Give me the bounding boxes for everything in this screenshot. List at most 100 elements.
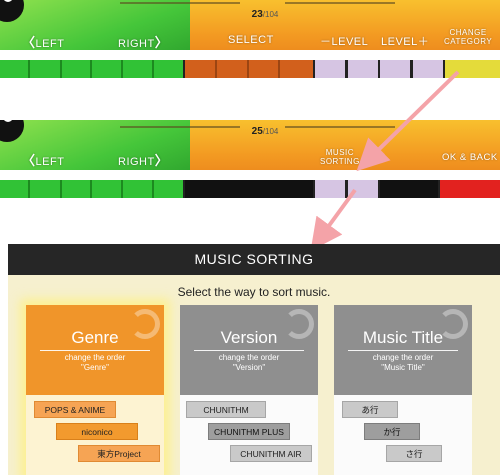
lane-cell xyxy=(413,60,443,78)
progress-track-right xyxy=(285,2,395,4)
sort-option-version[interactable]: Version change the order "Version" CHUNIT… xyxy=(180,305,318,475)
lane-divider xyxy=(121,180,123,198)
desc-line: "Genre" xyxy=(81,363,109,372)
lane-cell xyxy=(440,180,500,198)
chevron-right-icon: 〉 xyxy=(154,153,169,168)
game-screen-2: 25/104 〈LEFT RIGHT〉 MUSIC SORTING OK & BA… xyxy=(0,120,500,200)
lane-divider xyxy=(60,180,62,198)
level-up-button[interactable]: LEVEL＋ xyxy=(381,33,429,49)
music-sorting-header: MUSIC SORTING xyxy=(8,244,500,275)
right-button[interactable]: RIGHT〉 xyxy=(118,150,168,169)
desc-line: change the order xyxy=(372,353,434,362)
ok-back-button[interactable]: OK & BACK xyxy=(442,152,498,163)
left-button[interactable]: 〈LEFT xyxy=(22,32,64,51)
music-title-tag: か行 xyxy=(364,423,420,440)
desc-line: "Music Title" xyxy=(381,363,425,372)
change-category-label-1: CHANGE xyxy=(449,28,487,37)
genre-tag: POPS & ANIME xyxy=(34,401,116,418)
level-down-label: －LEVEL xyxy=(320,36,369,48)
music-title-tag: あ行 xyxy=(342,401,398,418)
lane-cell xyxy=(445,60,500,78)
left-button-label: LEFT xyxy=(35,156,65,168)
progress-track-left xyxy=(120,2,240,4)
music-sorting-label-2: SORTING xyxy=(320,157,360,166)
lane-divider xyxy=(152,60,154,78)
song-counter: 23/104 xyxy=(235,9,295,20)
version-description: change the order "Version" xyxy=(180,353,318,373)
genre-tag: niconico xyxy=(56,423,138,440)
genre-description: change the order "Genre" xyxy=(26,353,164,373)
game-screen-1: 23/104 〈LEFT RIGHT〉 SELECT －LEVEL LEVEL＋… xyxy=(0,0,500,80)
lane-divider xyxy=(90,60,92,78)
divider xyxy=(348,350,458,351)
divider xyxy=(194,350,304,351)
lane-divider xyxy=(28,60,30,78)
progress-track-right xyxy=(285,126,395,128)
right-button-label: RIGHT xyxy=(118,156,155,168)
lane-divider xyxy=(278,60,280,78)
version-tag: CHUNITHM xyxy=(186,401,266,418)
level-down-button[interactable]: －LEVEL xyxy=(320,33,368,49)
lane-divider xyxy=(121,60,123,78)
lane-divider xyxy=(152,180,154,198)
version-card-examples: CHUNITHM CHUNITHM PLUS CHUNITHM AIR xyxy=(180,395,318,475)
divider xyxy=(40,350,150,351)
music-title-card-header: Music Title change the order "Music Title… xyxy=(334,305,472,395)
genre-title: Genre xyxy=(71,328,119,347)
lane-cell xyxy=(380,60,410,78)
chevron-left-icon: 〈 xyxy=(22,153,36,168)
lane-divider xyxy=(90,180,92,198)
song-counter: 25/104 xyxy=(235,126,295,137)
right-button[interactable]: RIGHT〉 xyxy=(118,32,168,51)
control-bar-1: 23/104 〈LEFT RIGHT〉 SELECT －LEVEL LEVEL＋… xyxy=(0,0,500,50)
lane-stripe-1 xyxy=(0,60,500,78)
select-button-label: SELECT xyxy=(228,34,274,46)
lane-cell xyxy=(315,180,345,198)
lane-divider xyxy=(215,60,217,78)
genre-card-examples: POPS & ANIME niconico 東方Project xyxy=(26,395,164,475)
version-tag: CHUNITHM PLUS xyxy=(208,423,290,440)
sort-option-genre[interactable]: Genre change the order "Genre" POPS & ANI… xyxy=(26,305,164,475)
genre-tag: 東方Project xyxy=(78,445,160,462)
song-counter-current: 23 xyxy=(251,9,263,20)
version-title: Version xyxy=(220,328,278,347)
song-counter-total: /104 xyxy=(262,127,279,136)
music-title-title: Music Title xyxy=(362,328,444,347)
version-tag: CHUNITHM AIR xyxy=(230,445,312,462)
song-counter-total: /104 xyxy=(262,10,279,19)
music-sorting-title: MUSIC SORTING xyxy=(194,251,314,267)
song-counter-current: 25 xyxy=(251,126,263,137)
lane-stripe-2 xyxy=(0,180,500,198)
sorting-instructions: Select the way to sort music. xyxy=(177,285,331,299)
desc-line: change the order xyxy=(218,353,280,362)
lane-cell xyxy=(380,180,438,198)
lane-cell xyxy=(315,60,345,78)
lane-cell xyxy=(185,180,313,198)
sort-option-music-title[interactable]: Music Title change the order "Music Title… xyxy=(334,305,472,475)
lane-cell xyxy=(348,180,378,198)
change-category-button[interactable]: CHANGE CATEGORY xyxy=(444,28,492,46)
progress-track-left xyxy=(120,126,240,128)
select-button[interactable]: SELECT xyxy=(228,34,274,46)
level-up-label: LEVEL＋ xyxy=(381,36,430,48)
control-bar-2: 25/104 〈LEFT RIGHT〉 MUSIC SORTING OK & BA… xyxy=(0,120,500,170)
music-title-tag: さ行 xyxy=(386,445,442,462)
music-sorting-label-1: MUSIC xyxy=(325,148,355,157)
lane-cell xyxy=(348,60,378,78)
lane-divider xyxy=(247,60,249,78)
genre-card-header: Genre change the order "Genre" xyxy=(26,305,164,395)
music-sorting-panel: Select the way to sort music. Genre chan… xyxy=(8,275,500,475)
lane-cell xyxy=(185,60,313,78)
lane-divider xyxy=(28,180,30,198)
chevron-right-icon: 〉 xyxy=(154,35,169,50)
music-title-card-examples: あ行 か行 さ行 xyxy=(334,395,472,475)
left-button-label: LEFT xyxy=(35,38,65,50)
desc-line: change the order xyxy=(64,353,126,362)
chevron-left-icon: 〈 xyxy=(22,35,36,50)
change-category-label-2: CATEGORY xyxy=(444,37,493,46)
lane-divider xyxy=(60,60,62,78)
music-sorting-button[interactable]: MUSIC SORTING xyxy=(320,148,360,166)
left-button[interactable]: 〈LEFT xyxy=(22,150,64,169)
music-title-description: change the order "Music Title" xyxy=(334,353,472,373)
version-card-header: Version change the order "Version" xyxy=(180,305,318,395)
